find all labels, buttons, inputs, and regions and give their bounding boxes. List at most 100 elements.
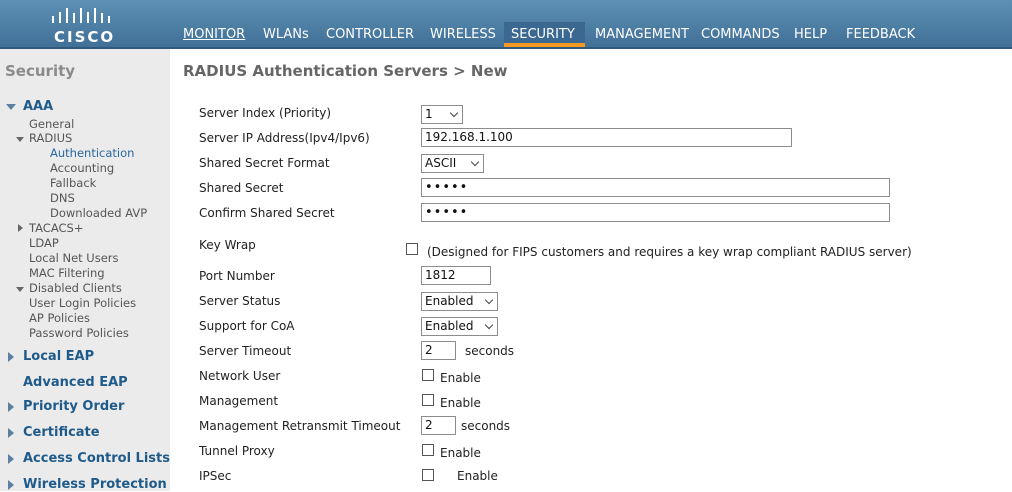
- chevron-down-icon: [484, 320, 494, 330]
- port-label: Port Number: [199, 269, 275, 283]
- management-label: Management: [199, 394, 279, 408]
- tunnel-proxy-enable-label: Enable: [440, 446, 481, 460]
- server-index-value: 1: [425, 107, 433, 121]
- coa-value: Enabled: [425, 319, 474, 333]
- port-input[interactable]: 1812: [421, 266, 491, 285]
- sidebar-item-dns[interactable]: DNS: [50, 191, 75, 205]
- coa-select[interactable]: Enabled: [421, 317, 498, 336]
- sidebar-item-mac-filtering[interactable]: MAC Filtering: [29, 266, 105, 280]
- sidebar-item-accounting[interactable]: Accounting: [50, 161, 114, 175]
- page-title: RADIUS Authentication Servers > New: [183, 62, 508, 80]
- ipsec-label: IPSec: [199, 469, 232, 483]
- nav-monitor[interactable]: MONITOR: [183, 27, 245, 42]
- sidebar-item-ap-policies[interactable]: AP Policies: [29, 311, 90, 325]
- sidebar-item-wireless-protection[interactable]: Wireless Protection: [23, 477, 167, 492]
- network-user-checkbox[interactable]: [422, 369, 434, 381]
- sidebar-item-disabled-clients[interactable]: Disabled Clients: [29, 281, 122, 295]
- key-wrap-note: (Designed for FIPS customers and require…: [427, 245, 912, 259]
- expand-priority-order-icon[interactable]: [8, 402, 14, 412]
- sidebar-title: Security: [5, 62, 76, 80]
- sidebar-item-advanced-eap[interactable]: Advanced EAP: [23, 375, 128, 390]
- nav-monitor-label: MONITOR: [183, 27, 246, 42]
- chevron-down-icon: [449, 108, 459, 118]
- secret-format-label: Shared Secret Format: [199, 156, 330, 170]
- sidebar-item-certificate[interactable]: Certificate: [23, 425, 100, 440]
- sidebar-item-password-policies[interactable]: Password Policies: [29, 326, 129, 340]
- server-status-label: Server Status: [199, 294, 281, 308]
- management-checkbox[interactable]: [422, 394, 434, 406]
- server-index-label: Server Index (Priority): [199, 106, 332, 120]
- sidebar-item-downloaded-avp[interactable]: Downloaded AVP: [50, 206, 147, 220]
- nav-wlans[interactable]: WLANs: [263, 27, 309, 42]
- mgmt-retransmit-label: Management Retransmit Timeout: [199, 419, 401, 433]
- cisco-wordmark: CISCO: [54, 28, 116, 46]
- confirm-secret-label: Confirm Shared Secret: [199, 206, 335, 220]
- sidebar-item-tacacs[interactable]: TACACS+: [29, 221, 83, 235]
- network-user-enable-label: Enable: [440, 371, 481, 385]
- expand-local-eap-icon[interactable]: [8, 352, 14, 362]
- network-user-label: Network User: [199, 369, 281, 383]
- expand-aaa-icon[interactable]: [6, 104, 16, 110]
- server-status-select[interactable]: Enabled: [421, 292, 498, 311]
- secret-format-value: ASCII: [425, 156, 457, 170]
- cisco-logo: CISCO: [48, 4, 122, 46]
- nav-help-label: HELP: [794, 27, 828, 42]
- nav-controller[interactable]: CONTROLLER: [326, 27, 414, 42]
- chevron-down-icon: [470, 157, 480, 167]
- sidebar-item-authentication[interactable]: Authentication: [50, 146, 134, 160]
- coa-label: Support for CoA: [199, 319, 295, 333]
- expand-wireless-protection-icon[interactable]: [8, 480, 14, 490]
- ipsec-checkbox[interactable]: [422, 469, 434, 481]
- management-enable-label: Enable: [440, 396, 481, 410]
- nav-management-label: MANAGEMENT: [595, 27, 689, 42]
- mgmt-retransmit-input[interactable]: 2: [421, 416, 456, 435]
- timeout-input[interactable]: 2: [421, 341, 456, 360]
- sidebar-item-general[interactable]: General: [29, 117, 74, 131]
- nav-commands[interactable]: COMMANDS: [701, 27, 780, 42]
- nav-feedback-label: FEEDBACK: [846, 27, 916, 42]
- sidebar-item-local-net-users[interactable]: Local Net Users: [29, 251, 119, 265]
- cisco-bridge-icon: [52, 8, 110, 23]
- confirm-secret-input[interactable]: •••••: [421, 203, 890, 222]
- sidebar-item-local-eap[interactable]: Local EAP: [23, 349, 94, 364]
- nav-wireless[interactable]: WIRELESS: [430, 27, 496, 42]
- expand-acl-icon[interactable]: [8, 454, 14, 464]
- nav-commands-label: COMMANDS: [701, 27, 780, 42]
- timeout-label: Server Timeout: [199, 344, 292, 358]
- sidebar-item-radius[interactable]: RADIUS: [29, 131, 72, 145]
- key-wrap-label: Key Wrap: [199, 238, 256, 252]
- timeout-unit: seconds: [465, 344, 515, 358]
- sidebar-item-priority-order[interactable]: Priority Order: [23, 399, 124, 414]
- expand-certificate-icon[interactable]: [8, 428, 14, 438]
- server-ip-label: Server IP Address(Ipv4/Ipv6): [199, 131, 370, 145]
- key-wrap-checkbox[interactable]: [406, 243, 418, 255]
- mgmt-retransmit-unit: seconds: [461, 419, 511, 433]
- nav-feedback[interactable]: FEEDBACK: [846, 27, 915, 42]
- nav-wlans-label: WLANs: [263, 27, 309, 42]
- tunnel-proxy-label: Tunnel Proxy: [199, 444, 275, 458]
- sidebar-item-access-control-lists[interactable]: Access Control Lists: [23, 451, 170, 466]
- nav-security-label: SECURITY: [511, 27, 575, 42]
- sidebar-item-ldap[interactable]: LDAP: [29, 236, 59, 250]
- server-index-select[interactable]: 1: [421, 105, 463, 124]
- ipsec-enable-label: Enable: [457, 469, 498, 483]
- sidebar: Security AAA General RADIUS Authenticati…: [0, 49, 170, 492]
- nav-management[interactable]: MANAGEMENT: [595, 27, 689, 42]
- shared-secret-label: Shared Secret: [199, 181, 284, 195]
- nav-security[interactable]: SECURITY: [504, 22, 585, 47]
- tunnel-proxy-checkbox[interactable]: [422, 444, 434, 456]
- secret-format-select[interactable]: ASCII: [421, 154, 484, 173]
- shared-secret-input[interactable]: •••••: [421, 178, 890, 197]
- expand-tacacs-icon[interactable]: [18, 224, 23, 232]
- server-status-value: Enabled: [425, 294, 474, 308]
- chevron-down-icon: [484, 295, 494, 305]
- nav-help[interactable]: HELP: [794, 27, 827, 42]
- sidebar-item-aaa[interactable]: AAA: [23, 99, 53, 114]
- sidebar-item-user-login-policies[interactable]: User Login Policies: [29, 296, 136, 310]
- expand-radius-icon[interactable]: [16, 137, 24, 142]
- server-ip-input[interactable]: 192.168.1.100: [421, 128, 792, 147]
- top-nav-bar: CISCO MONITOR WLANs CONTROLLER WIRELESS …: [0, 0, 1012, 49]
- nav-controller-label: CONTROLLER: [326, 27, 414, 42]
- expand-disabled-clients-icon[interactable]: [16, 287, 24, 292]
- sidebar-item-fallback[interactable]: Fallback: [50, 176, 96, 190]
